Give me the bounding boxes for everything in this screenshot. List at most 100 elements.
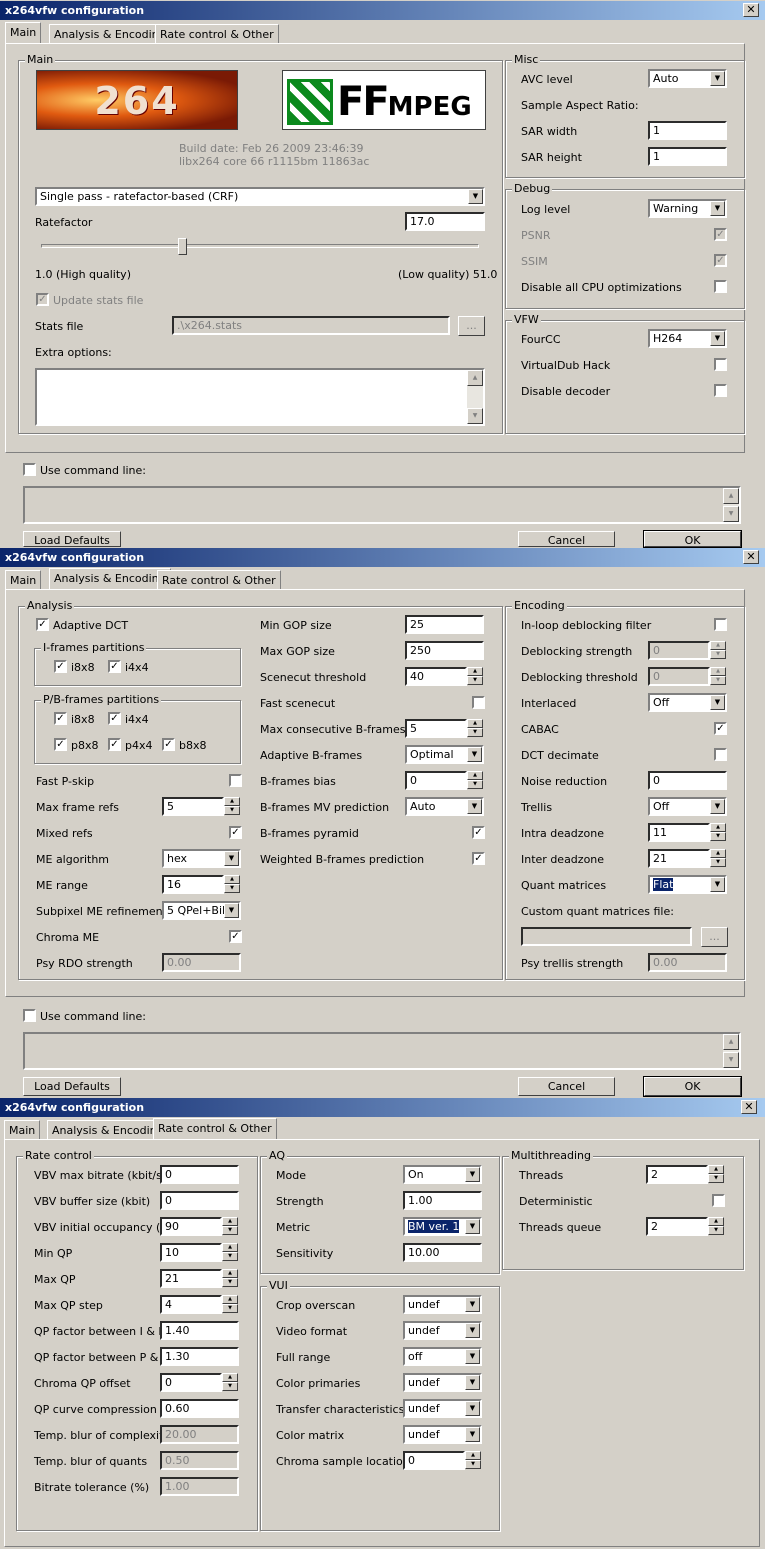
- fast-pskip-checkbox[interactable]: [229, 774, 242, 787]
- cplx-blur-input[interactable]: 20.00: [160, 1425, 239, 1444]
- p8x8-checkbox[interactable]: ✓: [54, 738, 67, 751]
- tab-main[interactable]: Main: [5, 570, 42, 590]
- cmdline-textarea[interactable]: ▲ ▼: [23, 486, 741, 524]
- adaptive-dct-checkbox[interactable]: ✓: [36, 618, 49, 631]
- sar-height-input[interactable]: 1: [648, 147, 727, 166]
- deblock-checkbox[interactable]: [714, 618, 727, 631]
- stats-browse-button[interactable]: ...: [458, 316, 485, 336]
- pb-i8x8-checkbox[interactable]: ✓: [54, 712, 67, 725]
- cmdline-textarea[interactable]: ▲ ▼: [23, 1032, 741, 1070]
- spin-up-icon[interactable]: ▲: [222, 1243, 238, 1252]
- color-primaries-select[interactable]: undef ▼: [403, 1373, 482, 1392]
- encoding-mode-select[interactable]: Single pass - ratefactor-based (CRF) ▼: [35, 187, 485, 206]
- spin-down-icon[interactable]: ▼: [222, 1382, 238, 1391]
- fast-scenecut-checkbox[interactable]: [472, 696, 485, 709]
- aq-metric-select[interactable]: BM ver. 1 ▼: [403, 1217, 482, 1236]
- spin-up-icon[interactable]: ▲: [708, 1165, 724, 1174]
- tab-main[interactable]: Main: [5, 22, 42, 44]
- cabac-checkbox[interactable]: ✓: [714, 722, 727, 735]
- spin-up-icon[interactable]: ▲: [222, 1295, 238, 1304]
- scenecut-input[interactable]: 40: [405, 667, 467, 686]
- scrollbar[interactable]: ▲ ▼: [467, 370, 483, 424]
- spin-down-icon[interactable]: ▼: [708, 1174, 724, 1183]
- spin-down-icon[interactable]: ▼: [222, 1252, 238, 1261]
- update-stats-checkbox[interactable]: ✓: [36, 293, 49, 306]
- spin-down-icon[interactable]: ▼: [710, 650, 726, 659]
- max-qp-step-spinner[interactable]: ▲ ▼: [222, 1295, 238, 1314]
- disable-cpu-checkbox[interactable]: [714, 280, 727, 293]
- scrollbar[interactable]: ▲ ▼: [723, 488, 739, 522]
- scroll-down-icon[interactable]: ▼: [467, 408, 483, 424]
- tab-rate-control[interactable]: Rate control & Other: [157, 570, 281, 590]
- spin-up-icon[interactable]: ▲: [222, 1269, 238, 1278]
- spin-down-icon[interactable]: ▼: [710, 832, 726, 841]
- threads-queue-spinner[interactable]: ▲ ▼: [708, 1217, 724, 1236]
- spin-up-icon[interactable]: ▲: [710, 849, 726, 858]
- interlaced-select[interactable]: Off ▼: [648, 693, 727, 712]
- custom-quant-browse-button[interactable]: ...: [701, 927, 728, 947]
- ratefactor-input[interactable]: 17.0: [405, 212, 485, 231]
- spin-up-icon[interactable]: ▲: [710, 667, 726, 676]
- inter-deadzone-input[interactable]: 21: [648, 849, 710, 868]
- vbv-max-input[interactable]: 0: [160, 1165, 239, 1184]
- noise-input[interactable]: 0: [648, 771, 727, 790]
- scroll-up-icon[interactable]: ▲: [723, 1034, 739, 1050]
- quant-blur-input[interactable]: 0.50: [160, 1451, 239, 1470]
- close-button[interactable]: ✕: [743, 550, 759, 564]
- max-qp-input[interactable]: 21: [160, 1269, 222, 1288]
- db-strength-spinner[interactable]: ▲ ▼: [710, 641, 726, 660]
- bitrate-tolerance-input[interactable]: 1.00: [160, 1477, 239, 1496]
- chroma-loc-spinner[interactable]: ▲ ▼: [465, 1451, 481, 1470]
- spin-down-icon[interactable]: ▼: [467, 728, 483, 737]
- spin-down-icon[interactable]: ▼: [708, 1226, 724, 1235]
- trellis-select[interactable]: Off ▼: [648, 797, 727, 816]
- p4x4-checkbox[interactable]: ✓: [108, 738, 121, 751]
- inter-deadzone-spinner[interactable]: ▲ ▼: [710, 849, 726, 868]
- avc-level-select[interactable]: Auto ▼: [648, 69, 727, 88]
- spin-up-icon[interactable]: ▲: [708, 1217, 724, 1226]
- ratefactor-slider[interactable]: [41, 244, 479, 248]
- b-bias-input[interactable]: 0: [405, 771, 467, 790]
- transfer-select[interactable]: undef ▼: [403, 1399, 482, 1418]
- load-defaults-button[interactable]: Load Defaults: [23, 1077, 121, 1096]
- min-qp-spinner[interactable]: ▲ ▼: [222, 1243, 238, 1262]
- sar-width-input[interactable]: 1: [648, 121, 727, 140]
- threads-input[interactable]: 2: [646, 1165, 708, 1184]
- spin-down-icon[interactable]: ▼: [222, 1226, 238, 1235]
- chroma-me-checkbox[interactable]: ✓: [229, 930, 242, 943]
- scroll-up-icon[interactable]: ▲: [467, 370, 483, 386]
- extra-options-textarea[interactable]: ▲ ▼: [35, 368, 485, 426]
- b8x8-checkbox[interactable]: ✓: [162, 738, 175, 751]
- mixed-refs-checkbox[interactable]: ✓: [229, 826, 242, 839]
- b-pyramid-checkbox[interactable]: ✓: [472, 826, 485, 839]
- chroma-loc-input[interactable]: 0: [403, 1451, 465, 1470]
- custom-quant-input[interactable]: [521, 927, 692, 946]
- spin-up-icon[interactable]: ▲: [467, 667, 483, 676]
- quant-matrices-select[interactable]: Flat ▼: [648, 875, 727, 894]
- close-button[interactable]: ✕: [743, 3, 759, 17]
- vbv-init-input[interactable]: 90: [160, 1217, 222, 1236]
- psy-trellis-input[interactable]: 0.00: [648, 953, 727, 972]
- me-algorithm-select[interactable]: hex ▼: [162, 849, 241, 868]
- scrollbar[interactable]: ▲ ▼: [723, 1034, 739, 1068]
- spin-up-icon[interactable]: ▲: [467, 719, 483, 728]
- tab-analysis[interactable]: Analysis & Encoding: [49, 24, 171, 44]
- min-gop-input[interactable]: 25: [405, 615, 484, 634]
- log-level-select[interactable]: Warning ▼: [648, 199, 727, 218]
- aq-mode-select[interactable]: On ▼: [403, 1165, 482, 1184]
- spin-down-icon[interactable]: ▼: [222, 1304, 238, 1313]
- i8x8-checkbox[interactable]: ✓: [54, 660, 67, 673]
- dct-decimate-checkbox[interactable]: [714, 748, 727, 761]
- vbv-init-spinner[interactable]: ▲ ▼: [222, 1217, 238, 1236]
- spin-up-icon[interactable]: ▲: [224, 875, 240, 884]
- max-refs-input[interactable]: 5: [162, 797, 224, 816]
- spin-down-icon[interactable]: ▼: [224, 806, 240, 815]
- spin-down-icon[interactable]: ▼: [467, 780, 483, 789]
- spin-down-icon[interactable]: ▼: [710, 676, 726, 685]
- me-range-input[interactable]: 16: [162, 875, 224, 894]
- chroma-qp-spinner[interactable]: ▲ ▼: [222, 1373, 238, 1392]
- ok-button[interactable]: OK: [643, 530, 742, 548]
- video-format-select[interactable]: undef ▼: [403, 1321, 482, 1340]
- spin-up-icon[interactable]: ▲: [710, 823, 726, 832]
- vbv-buffer-input[interactable]: 0: [160, 1191, 239, 1210]
